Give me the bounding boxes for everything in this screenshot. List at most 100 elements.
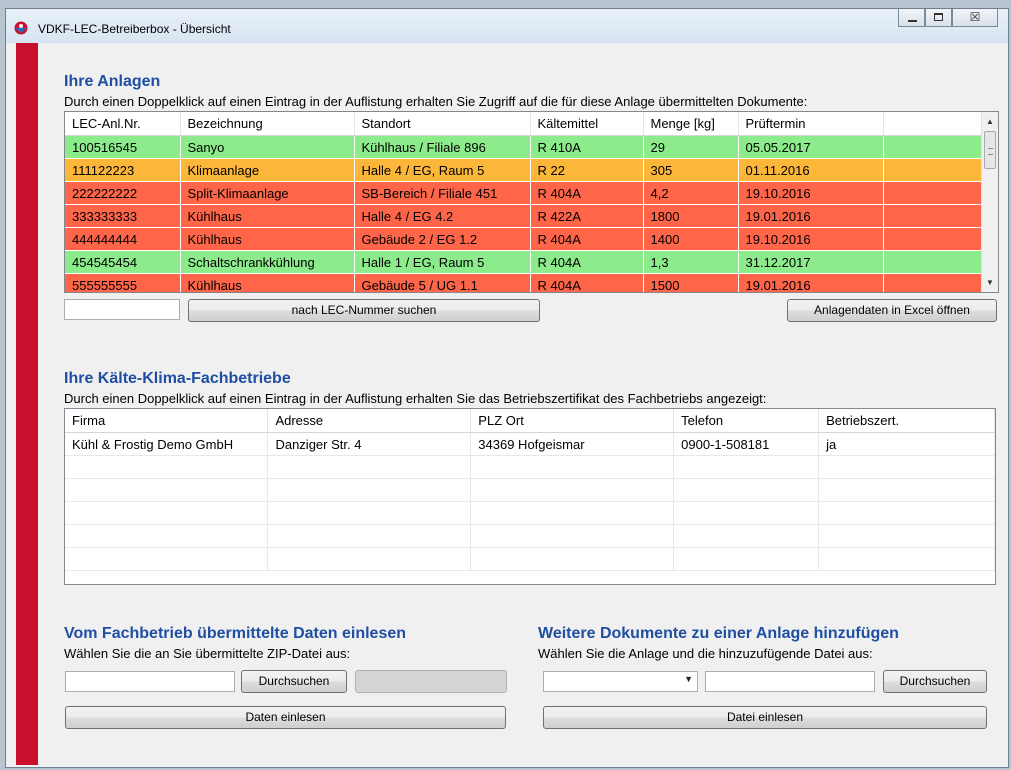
table-cell [673,524,820,548]
table-cell: 222222222 [65,181,181,205]
table-cell: Halle 4 / EG 4.2 [354,204,531,228]
minimize-icon [908,20,917,22]
anlagen-table[interactable]: LEC-Anl.Nr. Bezeichnung Standort Kältemitte… [64,111,999,293]
document-file-input[interactable] [705,671,875,692]
table-cell: Klimaanlage [180,158,355,182]
column-header[interactable]: Prüftermin [738,112,884,136]
column-header[interactable]: Telefon [673,409,820,433]
minimize-button[interactable] [898,9,925,27]
table-row[interactable] [65,455,995,479]
maximize-button[interactable] [925,9,952,27]
lec-search-button[interactable]: nach LEC-Nummer suchen [188,299,540,322]
scroll-down-icon[interactable]: ▼ [982,274,998,291]
table-cell: Kühlhaus [180,204,355,228]
anlage-select[interactable]: ▼ [543,671,698,692]
column-header[interactable]: Menge [kg] [643,112,739,136]
table-cell: R 22 [530,158,644,182]
maximize-icon [934,13,943,21]
table-row[interactable]: 444444444 Kühlhaus Gebäude 2 / EG 1.2 R 404… [65,227,984,251]
column-header[interactable]: LEC-Anl.Nr. [65,112,181,136]
table-cell: R 422A [530,204,644,228]
window-title: VDKF-LEC-Betreiberbox - Übersicht [38,22,231,36]
column-header[interactable]: Firma [65,409,269,433]
zip-progress-bar [355,670,507,693]
document-browse-button[interactable]: Durchsuchen [883,670,987,693]
scroll-thumb[interactable] [984,131,996,169]
table-cell: 1400 [643,227,739,251]
table-cell [65,524,269,548]
table-cell [65,455,269,479]
fachbetriebe-table[interactable]: Firma Adresse PLZ Ort Telefon Betriebszert. … [64,408,996,585]
column-header[interactable]: Betriebszert. [818,409,995,433]
fachbetriebe-description: Durch einen Doppelklick auf einen Eintra… [64,391,767,406]
table-row[interactable]: 454545454 Schaltschrankkühlung Halle 1 / E… [65,250,984,274]
table-row[interactable] [65,547,995,571]
table-cell [818,524,995,548]
table-cell [470,547,675,571]
table-cell [267,455,472,479]
table-cell: 555555555 [65,273,181,292]
anlagen-table-inner: LEC-Anl.Nr. Bezeichnung Standort Kältemitte… [65,112,984,292]
column-header[interactable] [883,112,984,136]
table-row[interactable]: 222222222 Split-Klimaanlage SB-Bereich / F… [65,181,984,205]
fachbetriebe-title: Ihre Kälte-Klima-Fachbetriebe [64,370,291,387]
title-bar: VDKF-LEC-Betreiberbox - Übersicht ☒ [6,9,1008,43]
column-header[interactable]: Standort [354,112,531,136]
table-row[interactable] [65,478,995,502]
table-row[interactable]: 333333333 Kühlhaus Halle 4 / EG 4.2 R 422A 1… [65,204,984,228]
import-title: Vom Fachbetrieb übermittelte Daten einle… [64,625,407,642]
table-cell: 305 [643,158,739,182]
table-cell [267,524,472,548]
main-window: VDKF-LEC-Betreiberbox - Übersicht ☒ Ihre… [5,8,1009,768]
table-cell [673,547,820,571]
table-row[interactable] [65,524,995,548]
table-cell [883,273,984,292]
anlagen-description: Durch einen Doppelklick auf einen Eintra… [64,94,808,109]
table-row[interactable] [65,501,995,525]
chevron-down-icon[interactable]: ▼ [684,674,693,684]
table-row[interactable]: 100516545 Sanyo Kühlhaus / Filiale 896 R 41… [65,135,984,159]
zip-file-input[interactable] [65,671,235,692]
table-cell [883,227,984,251]
table-cell: 31.12.2017 [738,250,884,274]
table-cell [470,478,675,502]
zip-browse-button[interactable]: Durchsuchen [241,670,347,693]
table-cell: R 404A [530,273,644,292]
column-header[interactable]: Kältemittel [530,112,644,136]
table-cell [267,547,472,571]
table-cell: 01.11.2016 [738,158,884,182]
column-header[interactable]: Adresse [267,409,472,433]
table-cell [65,547,269,571]
column-header[interactable]: PLZ Ort [470,409,675,433]
table-cell: 4,2 [643,181,739,205]
table-cell: Schaltschrankkühlung [180,250,355,274]
table-cell: Halle 1 / EG, Raum 5 [354,250,531,274]
table-cell: 29 [643,135,739,159]
lec-search-input[interactable] [64,299,180,320]
table-cell: Kühlhaus / Filiale 896 [354,135,531,159]
import-file-button[interactable]: Datei einlesen [543,706,987,729]
table-cell: R 404A [530,250,644,274]
table-cell: 05.05.2017 [738,135,884,159]
table-cell: R 410A [530,135,644,159]
table-row[interactable]: 111122223 Klimaanlage Halle 4 / EG, Raum 5… [65,158,984,182]
table-cell [673,455,820,479]
import-data-button[interactable]: Daten einlesen [65,706,506,729]
table-cell: Split-Klimaanlage [180,181,355,205]
excel-open-button[interactable]: Anlagendaten in Excel öffnen [787,299,997,322]
table-row[interactable]: 555555555 Kühlhaus Gebäude 5 / UG 1.1 R 404… [65,273,984,292]
table-row[interactable]: Kühl & Frostig Demo GmbH Danziger Str. 43… [65,432,995,456]
documents-description: Wählen Sie die Anlage und die hinzuzufüg… [538,646,873,661]
column-header[interactable]: Bezeichnung [180,112,355,136]
table-cell [65,501,269,525]
close-button[interactable]: ☒ [952,9,998,27]
table-cell: 19.01.2016 [738,204,884,228]
documents-title: Weitere Dokumente zu einer Anlage hinzuf… [538,625,899,642]
table-cell: ja [818,432,995,456]
table-cell: 1800 [643,204,739,228]
table-cell: Halle 4 / EG, Raum 5 [354,158,531,182]
table-cell: 454545454 [65,250,181,274]
scroll-up-icon[interactable]: ▲ [982,113,998,130]
table-cell: 333333333 [65,204,181,228]
anlagen-scrollbar[interactable]: ▲ ▼ [981,112,998,292]
